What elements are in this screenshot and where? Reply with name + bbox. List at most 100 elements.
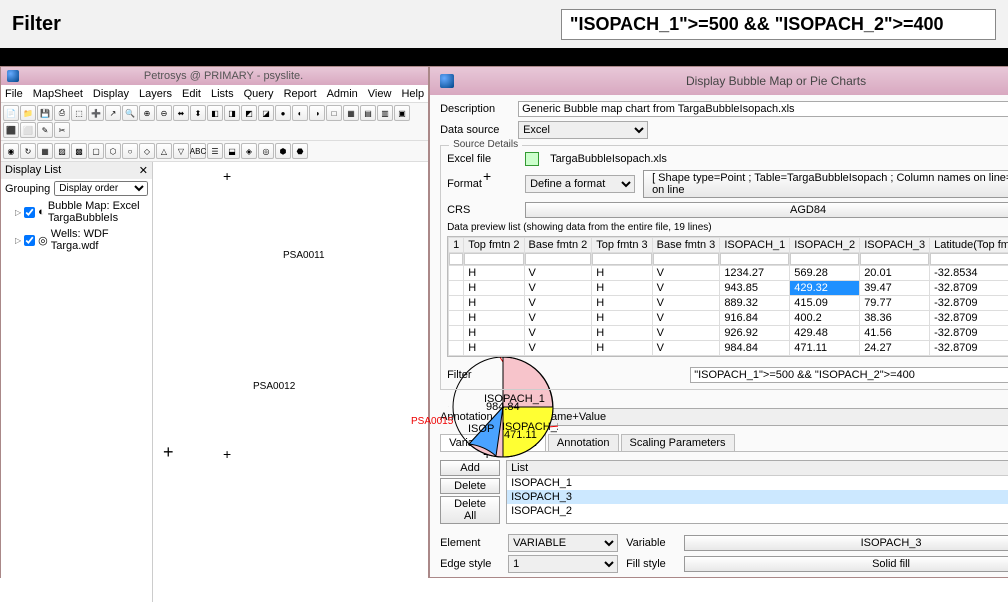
col-hdr[interactable]: 1: [449, 237, 464, 252]
tool-icon[interactable]: ⎙: [54, 105, 70, 121]
col-hdr[interactable]: ISOPACH_2: [790, 237, 860, 252]
tool-icon[interactable]: ▣: [394, 105, 410, 121]
tool-icon[interactable]: ▢: [88, 143, 104, 159]
col-hdr[interactable]: ISOPACH_3: [860, 237, 930, 252]
close-icon[interactable]: ✕: [139, 164, 148, 177]
tool-icon[interactable]: ⊖: [156, 105, 172, 121]
tool-icon[interactable]: 💾: [37, 105, 53, 121]
tool-icon[interactable]: ⬡: [105, 143, 121, 159]
tool-icon[interactable]: ⬣: [292, 143, 308, 159]
tool-icon[interactable]: 📁: [20, 105, 36, 121]
tool-icon[interactable]: ⬌: [173, 105, 189, 121]
col-filter[interactable]: [930, 253, 1008, 265]
menu-file[interactable]: File: [5, 88, 23, 100]
tool-icon[interactable]: ▦: [37, 143, 53, 159]
table-row[interactable]: HVHV926.92429.4841.56-32.8709123.2: [449, 325, 1008, 340]
tool-icon[interactable]: ⬚: [71, 105, 87, 121]
tool-icon[interactable]: 📄: [3, 105, 19, 121]
table-row[interactable]: HVHV889.32415.0979.77-32.8709123.2: [449, 295, 1008, 310]
filter-input[interactable]: [690, 367, 1008, 383]
description-input[interactable]: [518, 101, 1008, 117]
tool-icon[interactable]: ▤: [360, 105, 376, 121]
variable-button[interactable]: ISOPACH_3: [684, 535, 1008, 551]
add-button[interactable]: Add: [440, 460, 500, 476]
menu-edit[interactable]: Edit: [182, 88, 201, 100]
tool-icon[interactable]: ⬍: [190, 105, 206, 121]
menu-layers[interactable]: Layers: [139, 88, 172, 100]
tool-icon[interactable]: ▥: [377, 105, 393, 121]
menu-lists[interactable]: Lists: [211, 88, 234, 100]
tool-icon[interactable]: ⊕: [139, 105, 155, 121]
tool-icon[interactable]: △: [156, 143, 172, 159]
tool-icon[interactable]: ↻: [20, 143, 36, 159]
col-filter[interactable]: [449, 253, 463, 265]
col-filter[interactable]: [790, 253, 859, 265]
menu-view[interactable]: View: [368, 88, 392, 100]
annotation-type-select[interactable]: Name+Value: [538, 408, 1008, 426]
crs-button[interactable]: AGD84: [525, 202, 1008, 218]
col-filter[interactable]: [464, 253, 523, 265]
col-filter[interactable]: [592, 253, 651, 265]
tool-icon[interactable]: ☰: [207, 143, 223, 159]
tree-item-bubblemap[interactable]: ▷◐ Bubble Map: Excel TargaBubbleIs: [1, 198, 152, 226]
delete-all-button[interactable]: Delete All: [440, 496, 500, 524]
menu-query[interactable]: Query: [244, 88, 274, 100]
tool-icon[interactable]: ◐: [292, 105, 308, 121]
tool-icon[interactable]: ◧: [207, 105, 223, 121]
tool-icon[interactable]: ▦: [343, 105, 359, 121]
preview-table[interactable]: 1 Top fmtn 2 Base fmtn 2 Top fmtn 3 Base…: [447, 236, 1008, 357]
table-row[interactable]: HVHV984.84471.1124.27-32.8709123.2: [449, 340, 1008, 355]
list-item[interactable]: ISOPACH_3: [507, 490, 1008, 504]
tool-icon[interactable]: ○: [122, 143, 138, 159]
col-hdr[interactable]: Top fmtn 3: [592, 237, 652, 252]
element-select[interactable]: VARIABLE: [508, 534, 618, 552]
tool-icon[interactable]: ➕: [88, 105, 104, 121]
tool-icon[interactable]: ⬢: [275, 143, 291, 159]
tool-icon[interactable]: ABC: [190, 143, 206, 159]
menu-mapsheet[interactable]: MapSheet: [33, 88, 83, 100]
layer-checkbox[interactable]: [24, 207, 35, 218]
col-filter[interactable]: [525, 253, 592, 265]
col-filter[interactable]: [860, 253, 929, 265]
variable-list[interactable]: List ISOPACH_1 ISOPACH_3 ISOPACH_2: [506, 460, 1008, 524]
format-select[interactable]: Define a format: [525, 175, 635, 193]
tab-scaling[interactable]: Scaling Parameters: [621, 434, 735, 451]
tool-icon[interactable]: ▨: [54, 143, 70, 159]
tool-icon[interactable]: 🔍: [122, 105, 138, 121]
tool-icon[interactable]: ◇: [139, 143, 155, 159]
menu-bar[interactable]: File MapSheet Display Layers Edit Lists …: [1, 85, 428, 103]
tool-icon[interactable]: ▩: [71, 143, 87, 159]
tool-icon[interactable]: ◨: [224, 105, 240, 121]
table-row[interactable]: HVHV1234.27569.2820.01-32.8534123.2: [449, 265, 1008, 280]
format-summary-button[interactable]: [ Shape type=Point ; Table=TargaBubbleIs…: [643, 170, 1008, 198]
file-icon[interactable]: [525, 152, 539, 166]
layer-checkbox[interactable]: [24, 235, 35, 246]
menu-report[interactable]: Report: [284, 88, 317, 100]
tool-icon[interactable]: ⬛: [3, 122, 19, 138]
col-hdr[interactable]: Base fmtn 2: [524, 237, 592, 252]
fill-style-button[interactable]: Solid fill: [684, 556, 1008, 572]
tool-icon[interactable]: ▽: [173, 143, 189, 159]
tool-icon[interactable]: ◈: [241, 143, 257, 159]
tool-icon[interactable]: ⬜: [20, 122, 36, 138]
col-hdr[interactable]: Base fmtn 3: [652, 237, 720, 252]
datasource-select[interactable]: Excel: [518, 121, 648, 139]
tool-icon[interactable]: ✎: [37, 122, 53, 138]
tool-icon[interactable]: □: [326, 105, 342, 121]
tool-icon[interactable]: ✂: [54, 122, 70, 138]
tool-icon[interactable]: ↗: [105, 105, 121, 121]
table-row[interactable]: HVHV916.84400.238.36-32.8709123.2: [449, 310, 1008, 325]
tool-icon[interactable]: ◉: [3, 143, 19, 159]
map-canvas[interactable]: + + + + + PSA0011 PSA0012 PSA0015: [153, 162, 428, 602]
grouping-select[interactable]: Display order: [54, 181, 148, 196]
menu-display[interactable]: Display: [93, 88, 129, 100]
tree-item-wells[interactable]: ▷◎ Wells: WDF Targa.wdf: [1, 226, 152, 254]
tool-icon[interactable]: ◩: [241, 105, 257, 121]
col-filter[interactable]: [653, 253, 720, 265]
list-item[interactable]: ISOPACH_1: [507, 476, 1008, 490]
edge-style-select[interactable]: 1: [508, 555, 618, 573]
col-filter[interactable]: [720, 253, 789, 265]
tab-annotation[interactable]: Annotation: [548, 434, 619, 451]
tool-icon[interactable]: ⬓: [224, 143, 240, 159]
list-item[interactable]: ISOPACH_2: [507, 504, 1008, 518]
